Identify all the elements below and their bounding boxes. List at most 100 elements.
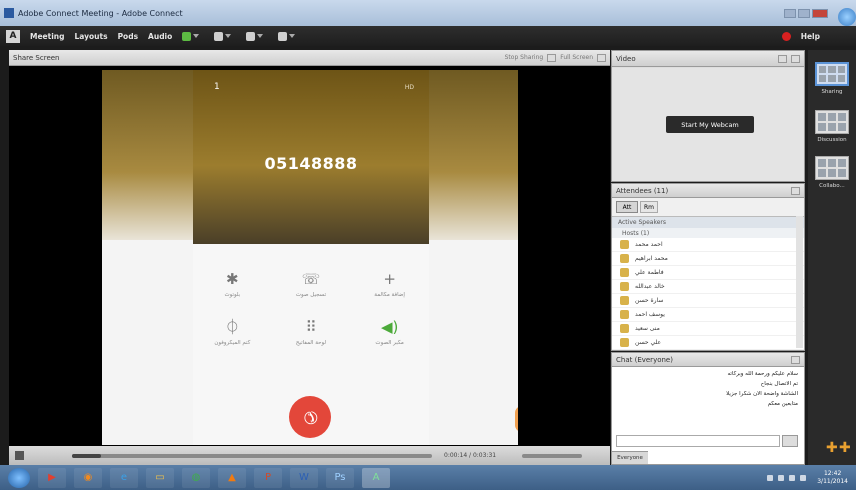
add-pod-icon[interactable]: ✚ [839,440,851,456]
windows-orb-icon [838,8,856,26]
vlc-icon[interactable]: ▲ [218,467,246,488]
video-pod-header: Video [612,51,804,67]
menu-meeting[interactable]: Meeting [30,32,65,41]
volume-slider[interactable] [522,453,583,458]
user-icon [620,296,629,305]
room-view-button[interactable]: Rm [640,201,658,213]
attendee-view-button[interactable]: Att [616,201,638,213]
attendee-row[interactable]: احمد محمد [612,238,804,252]
add-layout-icon[interactable]: ✚ [826,440,838,456]
floating-bubble[interactable] [515,406,518,432]
chat-input[interactable] [616,435,780,447]
window-controls [784,8,828,18]
dialer-header: 1 HD 05148888 [193,70,429,244]
adobe-connect-icon[interactable]: A [362,467,390,488]
attendee-row[interactable]: سارة حسن [612,294,804,308]
system-clock[interactable]: 12:42 3/11/2014 [817,470,848,486]
menu-layouts[interactable]: Layouts [75,32,108,41]
chat-message: الشاشة واضحة الآن شكرا جزيلا [726,391,798,397]
pod-options-icon[interactable] [791,186,800,195]
user-icon [620,268,629,277]
attendee-row[interactable]: فاطمة علي [612,266,804,280]
playback-time: 0:00:14 / 0:03:31 [444,452,497,459]
tray-icon[interactable] [778,474,785,481]
record-icon: ☏ [301,270,321,288]
layout-collaboration[interactable]: Collabo... [815,156,849,189]
firefox-icon[interactable]: ◉ [74,467,102,488]
call-controls: ✱ بلوتوث ☏ تسجيل صوت + إضافة مكالمة ⏀ كت… [193,268,429,364]
hosts-header[interactable]: Hosts (1) [612,228,804,238]
attendee-row[interactable]: علي حسن [612,336,804,350]
system-tray: 12:42 3/11/2014 [767,470,848,486]
keypad-button[interactable]: ⠿ لوحة المفاتيح [276,316,346,346]
speaker-toggle[interactable] [182,30,204,42]
tray-icon[interactable] [767,474,774,481]
pod-options-icon[interactable] [791,355,800,364]
speaker-icon: ◀) [380,318,399,336]
webcam-toggle[interactable] [246,30,268,42]
chat-messages: سلام عليكم ورحمة الله وبركاته تم الاتصال… [612,367,804,415]
network-icon[interactable] [789,474,796,481]
menu-audio[interactable]: Audio [148,32,172,41]
chat-pod: Chat (Everyone) سلام عليكم ورحمة الله وب… [611,352,805,465]
pod-options-icon[interactable] [791,54,800,63]
ie-icon[interactable]: e [110,467,138,488]
layout-thumbnail [815,62,849,86]
media-player-icon[interactable]: ▶ [38,467,66,488]
powerpoint-icon[interactable]: P [254,467,282,488]
attendee-row[interactable]: منى سعيد [612,322,804,336]
start-webcam-button[interactable]: Start My Webcam [666,116,754,133]
attendee-name: فاطمة علي [635,269,664,276]
video-pod: Video Start My Webcam [611,50,805,182]
folder-icon[interactable]: ▭ [146,467,174,488]
bluetooth-button[interactable]: ✱ بلوتوث [197,268,267,298]
playback-progress-slider[interactable] [72,453,432,458]
layout-sharing[interactable]: Sharing [815,62,849,95]
chrome-icon[interactable]: ◍ [182,467,210,488]
end-call-button[interactable]: ✆ [280,387,340,445]
maximize-button[interactable] [798,8,810,18]
layout-label: Collabo... [819,183,845,189]
chat-message: سلام عليكم ورحمة الله وبركاته [727,371,798,377]
user-icon [620,338,629,347]
user-icon [620,324,629,333]
grid-view-icon[interactable] [778,54,787,63]
attendee-row[interactable]: يوسف احمد [612,308,804,322]
add-call-button[interactable]: + إضافة مكالمة [355,268,425,298]
share-pod: Share Screen Stop Sharing Full Screen 1 … [9,50,610,465]
word-icon[interactable]: W [290,467,318,488]
chat-message: متابعين معكم [767,401,798,407]
shared-screen: 1 HD 05148888 ✱ بلوتوث ☏ تسجيل صوت + إضا… [102,70,518,445]
start-button[interactable] [8,467,30,488]
attendee-name: علي حسن [635,339,662,346]
microphone-toggle[interactable] [214,30,236,42]
pod-options-icon[interactable] [597,53,606,62]
attendee-list-scrollbar[interactable] [796,216,803,348]
record-button[interactable]: ☏ تسجيل صوت [276,268,346,298]
photoshop-icon[interactable]: Ps [326,467,354,488]
adobe-connect-logo: A [6,29,20,43]
attendee-row[interactable]: خالد عبدالله [612,280,804,294]
layout-discussion[interactable]: Discussion [815,110,849,143]
stop-sharing-button[interactable]: Stop Sharing [505,54,544,61]
speaker-button[interactable]: ◀) مكبر الصوت [355,316,425,346]
fullscreen-button[interactable]: Full Screen [560,54,593,61]
fullscreen-icon[interactable] [547,53,557,62]
phone-call-screen: 1 HD 05148888 ✱ بلوتوث ☏ تسجيل صوت + إضا… [193,70,518,445]
attendee-row[interactable]: محمد ابراهيم [612,252,804,266]
layout-thumbnail [815,110,849,134]
mute-button[interactable]: ⏀ كتم الميكروفون [197,316,267,346]
layout-thumbnail [815,156,849,180]
close-button[interactable] [812,8,828,18]
menu-pods[interactable]: Pods [118,32,138,41]
speaker-label: مكبر الصوت [375,340,404,346]
menu-help[interactable]: Help [801,32,820,41]
chat-send-button[interactable] [782,435,798,447]
play-pause-icon[interactable] [15,451,24,460]
volume-icon[interactable] [800,474,807,481]
minimize-button[interactable] [784,8,796,18]
status-toggle[interactable] [278,30,300,42]
chat-tab-everyone[interactable]: Everyone [612,451,648,464]
bluetooth-icon: ✱ [226,270,239,288]
layout-label: Sharing [821,89,843,95]
